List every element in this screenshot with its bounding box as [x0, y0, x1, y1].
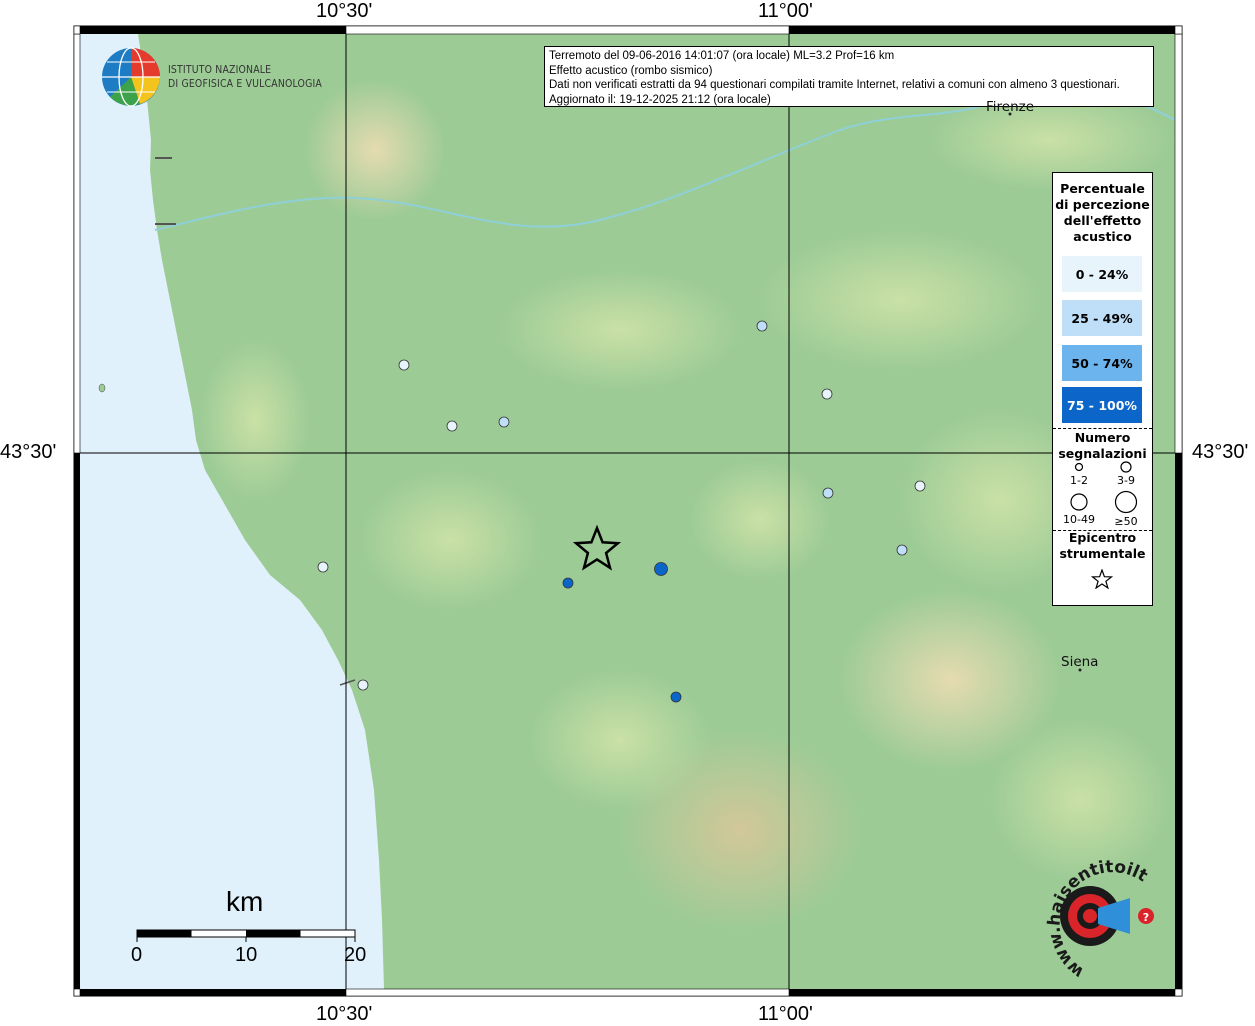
lon-top-label-1: 10°30' [316, 0, 373, 22]
svg-text:?: ? [1143, 911, 1149, 924]
legend-class-1: 25 - 49% [1062, 300, 1142, 336]
report-point [446, 420, 458, 432]
legend-epicenter-title: Epicentro strumentale [1053, 530, 1152, 562]
legend-epicenter-star-icon [1091, 569, 1113, 589]
report-point [498, 416, 510, 428]
legend-epicenter-line-2: strumentale [1059, 546, 1146, 561]
scale-unit: km [226, 886, 264, 917]
lon-top-label-2: 11°00' [758, 0, 813, 22]
event-info-line-2: Effetto acustico (rombo sismico) [549, 64, 713, 77]
report-point [562, 577, 574, 589]
legend-count-2: 3-9 [1117, 474, 1135, 487]
report-point [317, 561, 329, 573]
report-point [822, 487, 834, 499]
legend-title-line-2: di percezione [1055, 197, 1150, 212]
report-point [914, 480, 926, 492]
ingv-logo-text: ISTITUTO NAZIONALE DI GEOFISICA E VULCAN… [168, 63, 322, 91]
scale-tick-20: 20 [344, 944, 367, 966]
legend-separator [1053, 428, 1152, 429]
lat-right-label: 43°30' [1192, 441, 1249, 463]
legend-title-line-1: Percentuale [1060, 181, 1145, 196]
lon-bottom-label-2: 11°00' [758, 1003, 813, 1025]
legend-count-1: 1-2 [1070, 474, 1088, 487]
legend-class-0: 0 - 24% [1062, 256, 1142, 292]
legend-class-2: 50 - 74% [1062, 345, 1142, 381]
report-point [357, 679, 369, 691]
city-label-firenze: Firenze [986, 99, 1035, 115]
report-point [896, 544, 908, 556]
event-info-line-1: Terremoto del 09-06-2016 14:01:07 (ora l… [549, 50, 895, 62]
lon-bottom-label-1: 10°30' [316, 1003, 373, 1025]
report-point [398, 359, 410, 371]
event-info-line-4: Aggiornato il: 19-12-2025 21:12 (ora loc… [549, 93, 771, 106]
report-point [670, 691, 682, 703]
report-point [821, 388, 833, 400]
legend-count-3: 10-49 [1063, 513, 1095, 526]
report-point [756, 320, 768, 332]
scale-tick-10: 10 [235, 944, 258, 966]
city-label-siena: Siena [1061, 654, 1099, 670]
event-info-line-3: Dati non verificati estratti da 94 quest… [549, 79, 1120, 92]
legend-count-line-1: Numero [1074, 430, 1131, 445]
event-info-box: Terremoto del 09-06-2016 14:01:07 (ora l… [544, 46, 1154, 107]
legend-title-line-4: acustico [1073, 229, 1132, 244]
legend-title-line-3: dell'effetto [1063, 213, 1142, 228]
report-point [654, 562, 668, 576]
ingv-line-1: ISTITUTO NAZIONALE [168, 63, 272, 76]
legend-count-4: ≥50 [1114, 515, 1138, 528]
lat-left-label: 43°30' [0, 441, 57, 463]
ingv-logo-icon [102, 47, 160, 107]
legend-title: Percentuale di percezione dell'effetto a… [1053, 181, 1152, 245]
ingv-line-2: DI GEOFISICA E VULCANOLOGIA [168, 77, 323, 90]
legend: Percentuale di percezione dell'effetto a… [1052, 172, 1153, 606]
scale-tick-0: 0 [131, 944, 143, 966]
legend-class-3: 75 - 100% [1062, 387, 1142, 423]
legend-epicenter-line-1: Epicentro [1068, 530, 1137, 545]
